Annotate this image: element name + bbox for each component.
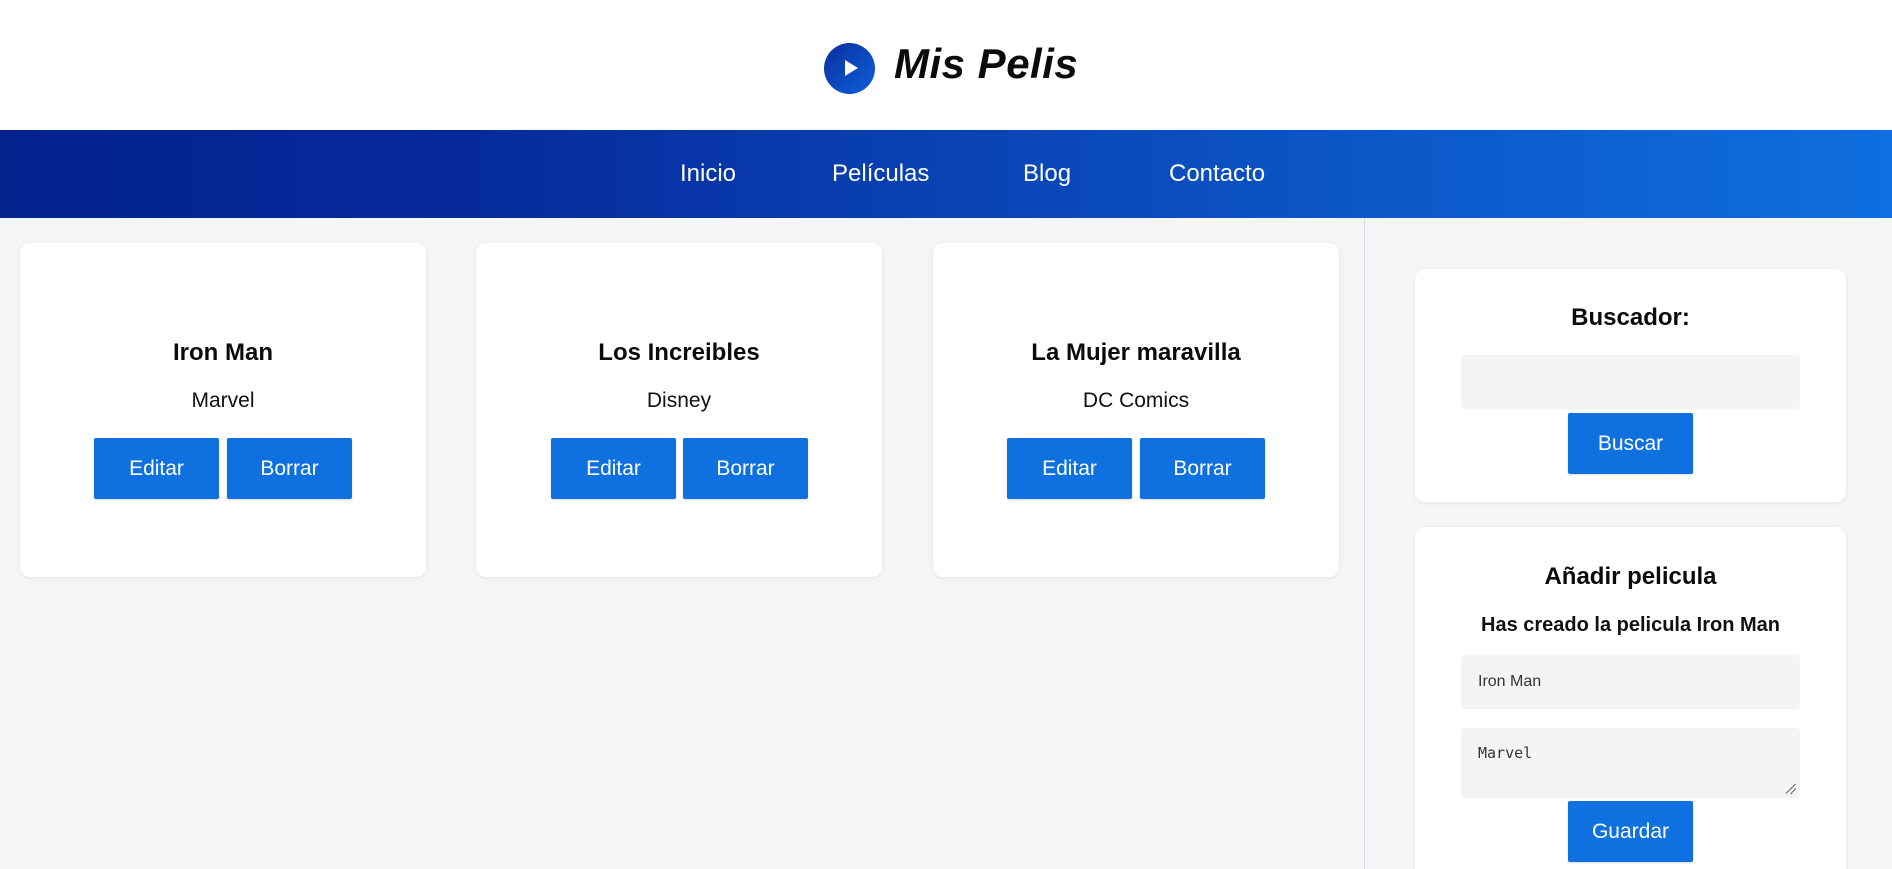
movie-list: Iron Man Marvel Editar Borrar Los Increi… <box>0 218 1364 869</box>
resize-handle-icon[interactable] <box>1786 784 1796 794</box>
movie-studio: DC Comics <box>1082 389 1190 412</box>
delete-button[interactable]: Borrar <box>683 438 808 499</box>
nav-item-inicio[interactable]: Inicio <box>680 160 736 188</box>
movie-description-text: Marvel <box>1478 744 1533 762</box>
save-button[interactable]: Guardar <box>1568 801 1693 862</box>
movie-studio: Disney <box>646 389 712 412</box>
movie-card: Iron Man Marvel Editar Borrar <box>20 243 426 577</box>
nav-item-blog[interactable]: Blog <box>1023 160 1071 188</box>
movie-title: Los Increibles <box>598 339 760 366</box>
success-message: Has creado la pelicula Iron Man <box>1481 614 1780 636</box>
delete-button[interactable]: Borrar <box>1140 438 1265 499</box>
search-button[interactable]: Buscar <box>1568 413 1693 474</box>
add-movie-title: Añadir pelicula <box>1544 563 1717 590</box>
movie-card: La Mujer maravilla DC Comics Editar Borr… <box>933 243 1339 577</box>
nav-item-peliculas[interactable]: Películas <box>832 160 929 188</box>
play-icon <box>824 43 875 94</box>
site-header: Mis Pelis <box>0 0 1892 130</box>
movie-description-field[interactable]: Marvel <box>1461 728 1800 798</box>
search-panel: Buscador: Buscar <box>1415 269 1846 502</box>
main-nav: Inicio Películas Blog Contacto <box>0 130 1892 218</box>
search-title: Buscador: <box>1571 304 1690 331</box>
edit-button[interactable]: Editar <box>1007 438 1132 499</box>
add-movie-panel: Añadir pelicula Has creado la pelicula I… <box>1415 527 1846 869</box>
site-brand: Mis Pelis <box>894 40 1079 87</box>
sidebar-divider <box>1364 218 1365 869</box>
movie-card: Los Increibles Disney Editar Borrar <box>476 243 882 577</box>
nav-item-contacto[interactable]: Contacto <box>1169 160 1265 188</box>
movie-title: Iron Man <box>173 339 273 366</box>
movie-title: La Mujer maravilla <box>1031 339 1241 366</box>
delete-button[interactable]: Borrar <box>227 438 352 499</box>
search-input[interactable] <box>1461 355 1800 409</box>
movie-title-field[interactable] <box>1461 655 1800 709</box>
edit-button[interactable]: Editar <box>94 438 219 499</box>
movie-studio: Marvel <box>191 389 255 412</box>
edit-button[interactable]: Editar <box>551 438 676 499</box>
